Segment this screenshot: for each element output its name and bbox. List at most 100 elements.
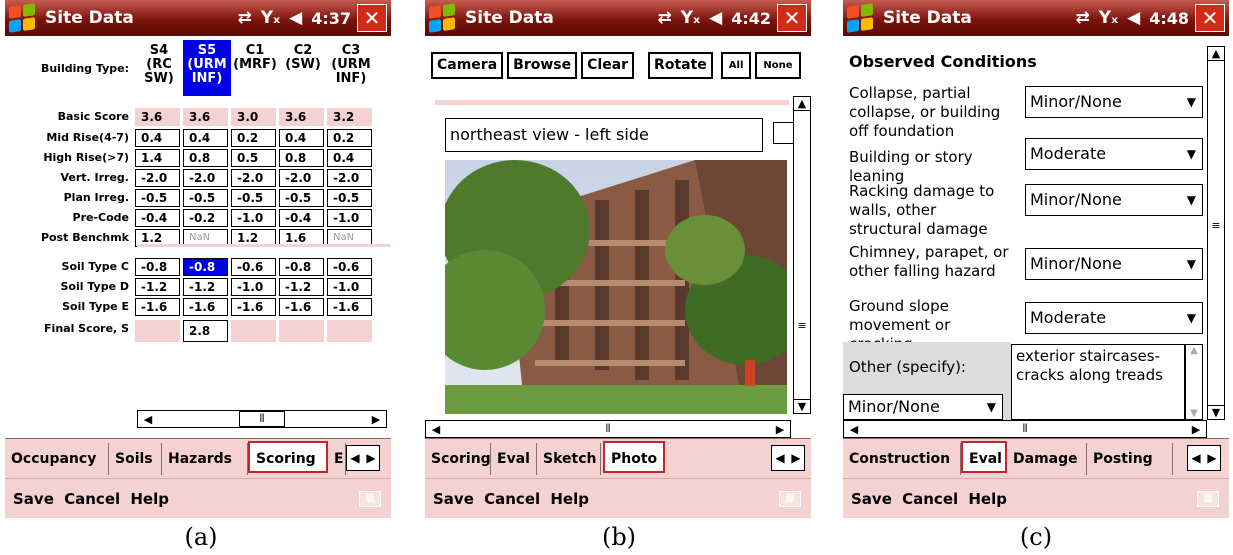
tab-occupancy[interactable]: Occupancy	[5, 443, 109, 475]
scroll-up-icon[interactable]: ▲	[1186, 345, 1202, 356]
tab-right-icon[interactable]: ▶	[1204, 446, 1220, 470]
help-button[interactable]: Help	[968, 490, 1007, 508]
score-cell[interactable]: 2.8	[183, 320, 228, 342]
horizontal-scrollbar[interactable]: ◀ ⦀ ▶	[137, 410, 387, 428]
volume-icon[interactable]: ◀	[289, 8, 302, 28]
score-cell[interactable]: 0.4	[183, 129, 228, 147]
vertical-scrollbar[interactable]: ▲ ≡ ▼	[793, 96, 811, 414]
scroll-right-icon[interactable]: ▶	[1186, 423, 1206, 436]
cancel-button[interactable]: Cancel	[64, 490, 120, 508]
scroll-thumb[interactable]: ⦀	[446, 422, 770, 436]
score-cell[interactable]	[327, 320, 372, 342]
score-cell[interactable]	[279, 320, 324, 342]
score-cell[interactable]: -0.4	[135, 209, 180, 227]
score-cell[interactable]: 0.8	[279, 149, 324, 167]
browse-button[interactable]: Browse	[507, 52, 578, 79]
keyboard-icon[interactable]: ▦	[1197, 491, 1219, 507]
scroll-down-icon[interactable]: ▼	[794, 399, 810, 413]
horizontal-scrollbar[interactable]: ◀ ⦀ ▶	[425, 420, 791, 438]
column-header[interactable]: C2 (SW)	[279, 40, 327, 96]
vertical-scrollbar[interactable]: ▲ ≡ ▼	[1207, 46, 1225, 420]
windows-start-icon[interactable]	[429, 3, 455, 33]
tab-scroll[interactable]: ◀ ▶	[1187, 445, 1221, 471]
score-cell[interactable]: -2.0	[183, 169, 228, 187]
score-cell[interactable]: -2.0	[279, 169, 324, 187]
photo-select-checkbox[interactable]	[773, 122, 795, 144]
score-cell[interactable]: -0.4	[279, 209, 324, 227]
save-button[interactable]: Save	[433, 490, 474, 508]
scroll-thumb[interactable]: ≡	[1208, 219, 1224, 232]
score-cell[interactable]: -0.2	[183, 209, 228, 227]
ground-slope-dropdown[interactable]: Moderate ▼	[1025, 302, 1203, 334]
keyboard-icon[interactable]: ▦	[779, 491, 801, 507]
tab-scroll[interactable]: ◀ ▶	[771, 445, 805, 471]
tab-left-icon[interactable]: ◀	[347, 446, 363, 470]
score-cell[interactable]: -0.5	[183, 189, 228, 207]
column-header[interactable]: S5 (URM INF)	[183, 40, 231, 96]
close-button[interactable]: ✕	[1195, 4, 1225, 32]
score-cell[interactable]: 3.6	[183, 108, 228, 126]
tab-damage[interactable]: Damage	[1007, 443, 1087, 475]
leaning-dropdown[interactable]: Moderate ▼	[1025, 138, 1203, 170]
keyboard-icon[interactable]: ▦	[359, 491, 381, 507]
scroll-thumb[interactable]: ⦀	[239, 411, 285, 427]
column-header[interactable]: C1 (MRF)	[231, 40, 279, 96]
tab-eval[interactable]: Eval	[961, 441, 1007, 473]
tab-left-icon[interactable]: ◀	[1188, 446, 1204, 470]
tab-soils[interactable]: Soils	[109, 443, 162, 475]
tab-eval[interactable]: Eval	[491, 443, 537, 475]
column-header[interactable]: S4 (RC SW)	[135, 40, 183, 96]
score-cell[interactable]	[135, 320, 180, 342]
text-scrollbar[interactable]: ▲ ▼	[1185, 344, 1203, 420]
score-cell[interactable]: -0.5	[327, 189, 372, 207]
scroll-left-icon[interactable]: ◀	[844, 423, 864, 436]
score-cell[interactable]: 0.4	[327, 149, 372, 167]
score-cell[interactable]: -0.8	[135, 258, 180, 276]
score-cell[interactable]: 0.5	[231, 149, 276, 167]
windows-start-icon[interactable]	[9, 3, 35, 33]
score-cell[interactable]: -1.0	[231, 278, 276, 296]
scroll-thumb[interactable]: ⦀	[864, 422, 1186, 436]
other-description-field[interactable]: exterior staircases- cracks along treads	[1011, 344, 1185, 420]
score-cell[interactable]: 0.4	[135, 129, 180, 147]
score-cell[interactable]: -1.2	[183, 278, 228, 296]
tab-hazards[interactable]: Hazards	[162, 443, 248, 475]
score-cell[interactable]: 0.4	[279, 129, 324, 147]
tab-e[interactable]: E	[328, 443, 346, 475]
clear-button[interactable]: Clear	[581, 52, 635, 79]
scroll-left-icon[interactable]: ◀	[426, 423, 446, 436]
score-cell[interactable]: -0.5	[279, 189, 324, 207]
score-cell[interactable]: -1.2	[135, 278, 180, 296]
close-button[interactable]: ✕	[357, 4, 387, 32]
save-button[interactable]: Save	[13, 490, 54, 508]
score-cell[interactable]: -1.6	[231, 298, 276, 316]
save-button[interactable]: Save	[851, 490, 892, 508]
score-cell[interactable]: -0.6	[231, 258, 276, 276]
score-cell[interactable]: -1.6	[183, 298, 228, 316]
score-cell[interactable]: -0.8	[279, 258, 324, 276]
score-cell[interactable]: -0.5	[231, 189, 276, 207]
score-cell[interactable]: 3.6	[279, 108, 324, 126]
scroll-down-icon[interactable]: ▼	[1208, 405, 1224, 419]
score-cell[interactable]: 0.2	[327, 129, 372, 147]
score-cell[interactable]: 3.2	[327, 108, 372, 126]
volume-icon[interactable]: ◀	[1127, 8, 1140, 28]
tab-right-icon[interactable]: ▶	[788, 446, 804, 470]
score-cell[interactable]: -2.0	[231, 169, 276, 187]
score-cell[interactable]: 3.0	[231, 108, 276, 126]
racking-dropdown[interactable]: Minor/None ▼	[1025, 184, 1203, 216]
score-cell[interactable]: -1.6	[279, 298, 324, 316]
score-cell[interactable]: 0.2	[231, 129, 276, 147]
collapse-dropdown[interactable]: Minor/None ▼	[1025, 86, 1203, 118]
camera-button[interactable]: Camera	[431, 52, 504, 79]
score-cell[interactable]: -0.8	[183, 258, 228, 276]
scroll-up-icon[interactable]: ▲	[1208, 47, 1224, 61]
score-cell[interactable]: -1.0	[327, 209, 372, 227]
tab-posting[interactable]: Posting	[1087, 443, 1173, 475]
windows-start-icon[interactable]	[847, 3, 873, 33]
cancel-button[interactable]: Cancel	[484, 490, 540, 508]
score-cell[interactable]: -0.5	[135, 189, 180, 207]
score-cell[interactable]: -1.0	[231, 209, 276, 227]
scroll-down-icon[interactable]: ▼	[1186, 408, 1202, 419]
scroll-thumb[interactable]: ≡	[794, 319, 810, 332]
